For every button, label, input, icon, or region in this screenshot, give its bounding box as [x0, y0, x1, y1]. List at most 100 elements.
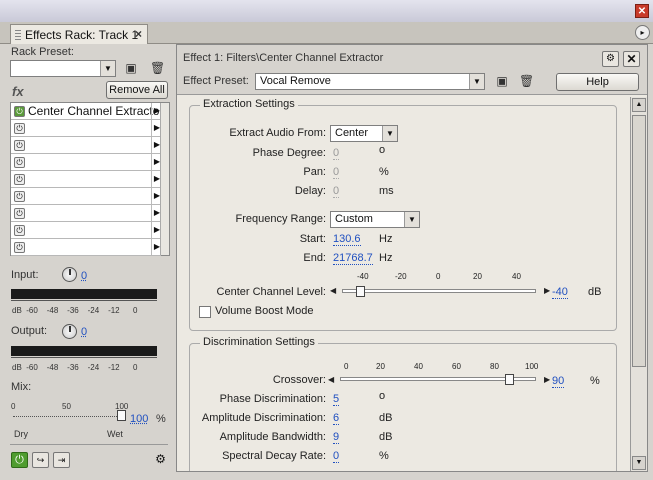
- pan-value[interactable]: 0: [333, 166, 340, 179]
- power-icon[interactable]: ⏻: [14, 140, 25, 151]
- mix-value[interactable]: 100: [130, 413, 148, 425]
- crossover-unit: %: [590, 375, 600, 387]
- crossover-tick-label: 40: [414, 362, 423, 371]
- start-value[interactable]: 130.6: [333, 233, 361, 246]
- delay-unit: ms: [379, 185, 394, 197]
- power-icon[interactable]: ⏻: [14, 157, 25, 168]
- rack-slot[interactable]: ⏻ ▶: [11, 239, 161, 256]
- output-gain-knob[interactable]: [62, 324, 77, 339]
- center-channel-level-value[interactable]: -40: [552, 286, 568, 299]
- delay-label: Delay:: [294, 185, 326, 197]
- scroll-down-icon[interactable]: ▼: [632, 456, 646, 470]
- arrow-right-icon[interactable]: ▶: [544, 286, 550, 295]
- remove-all-button[interactable]: Remove All: [106, 81, 168, 99]
- apply-icon[interactable]: ↪: [32, 452, 49, 468]
- amplitude-bandwidth-value[interactable]: 9: [333, 431, 340, 444]
- window-close-button[interactable]: ✕: [635, 4, 649, 18]
- group-title: Discrimination Settings: [200, 336, 318, 348]
- fx-icon: fx: [12, 84, 24, 99]
- amplitude-discrimination-label: Amplitude Discrimination:: [201, 412, 326, 424]
- meter-scale-label: 0: [132, 306, 138, 315]
- effect-close-icon[interactable]: ✕: [623, 51, 640, 67]
- power-icon[interactable]: ⏻: [14, 174, 25, 185]
- arrow-right-icon[interactable]: ▶: [544, 375, 550, 384]
- phase-discrimination-value[interactable]: 5: [333, 393, 340, 406]
- tab-close-button[interactable]: ×: [135, 27, 142, 41]
- save-preset-icon[interactable]: ▣: [124, 61, 138, 75]
- delete-preset-icon[interactable]: 🗑: [519, 74, 534, 88]
- rack-slot[interactable]: ⏻ ▶: [11, 205, 161, 222]
- effect-panel-header: Effect 1: Filters\Center Channel Extract…: [177, 45, 647, 95]
- crossover-thumb[interactable]: [504, 374, 514, 385]
- power-icon[interactable]: ⏻: [14, 123, 25, 134]
- rack-slot[interactable]: ⏻ ▶: [11, 154, 161, 171]
- ccl-tick-label: 0: [436, 272, 441, 281]
- ccl-tick-label: -40: [357, 272, 369, 281]
- meter-scale-label: -60: [26, 363, 38, 372]
- rack-preset-dropdown[interactable]: ▼: [10, 60, 116, 77]
- power-icon[interactable]: ⏻: [14, 208, 25, 219]
- scroll-up-icon[interactable]: ▲: [632, 98, 646, 112]
- delay-value[interactable]: 0: [333, 185, 340, 198]
- crossover-tick-label: 20: [376, 362, 385, 371]
- power-icon[interactable]: ⏻: [14, 191, 25, 202]
- scrollbar-thumb[interactable]: [632, 115, 646, 367]
- rack-slot[interactable]: ⏻ ▶: [11, 222, 161, 239]
- window-title-bar: ✕: [0, 0, 653, 22]
- drag-grip-icon[interactable]: [15, 30, 21, 40]
- power-icon[interactable]: ⏻: [14, 106, 25, 117]
- effect-scrollbar[interactable]: ▲ ▼: [630, 97, 647, 471]
- rack-list-scrollbar[interactable]: [160, 103, 169, 255]
- spectral-decay-label: Spectral Decay Rate:: [222, 450, 326, 462]
- effect-settings-icon[interactable]: ⚙: [602, 51, 619, 67]
- input-level-meter: [11, 289, 157, 299]
- arrow-left-icon[interactable]: ◀: [328, 375, 334, 384]
- rack-slot[interactable]: ⏻ Center Channel Extractor ▶: [11, 103, 161, 120]
- meter-scale-label: -24: [87, 363, 100, 372]
- center-channel-level-unit: dB: [588, 286, 602, 298]
- mix-unit: %: [156, 413, 166, 425]
- panel-tab-bar: Effects Rack: Track 1 × ▸: [0, 22, 653, 44]
- output-gain-value[interactable]: 0: [81, 326, 87, 338]
- mix-slider-thumb[interactable]: [117, 410, 126, 421]
- rack-settings-icon[interactable]: ⚙: [153, 452, 168, 468]
- mix-wet-label: Wet: [107, 429, 123, 439]
- phase-degree-value[interactable]: 0: [333, 147, 340, 160]
- rack-slot[interactable]: ⏻ ▶: [11, 188, 161, 205]
- center-channel-level-slider[interactable]: [342, 289, 536, 293]
- process-icon[interactable]: ⇥: [53, 452, 70, 468]
- amplitude-discrimination-unit: dB: [379, 412, 393, 424]
- tab-effects-rack[interactable]: Effects Rack: Track 1 ×: [10, 24, 148, 44]
- center-channel-level-thumb[interactable]: [356, 286, 365, 297]
- rack-slot[interactable]: ⏻ ▶: [11, 171, 161, 188]
- delete-preset-icon[interactable]: 🗑: [150, 61, 165, 75]
- input-gain-knob[interactable]: [62, 267, 77, 282]
- rack-power-button[interactable]: ⏻: [11, 452, 28, 468]
- divider: [10, 444, 168, 445]
- volume-boost-label: Volume Boost Mode: [215, 305, 314, 317]
- extract-audio-dropdown[interactable]: Center ▼: [330, 125, 398, 142]
- panel-menu-button[interactable]: ▸: [635, 25, 650, 40]
- crossover-value[interactable]: 90: [552, 375, 565, 388]
- rack-slot[interactable]: ⏻ ▶: [11, 120, 161, 137]
- arrow-left-icon[interactable]: ◀: [330, 286, 336, 295]
- mix-tick-label: 50: [62, 402, 71, 411]
- crossover-tick-label: 100: [525, 362, 539, 371]
- mix-dry-label: Dry: [14, 429, 28, 439]
- amplitude-discrimination-value[interactable]: 6: [333, 412, 340, 425]
- phase-degree-label: Phase Degree:: [252, 147, 326, 159]
- spectral-decay-value[interactable]: 0: [333, 450, 340, 463]
- rack-panel: Rack Preset: ▼ ▣ 🗑 fx Remove All ⏻ Cente…: [8, 44, 173, 474]
- input-gain-value[interactable]: 0: [81, 270, 87, 282]
- power-icon[interactable]: ⏻: [14, 225, 25, 236]
- chevron-down-icon: ▼: [382, 126, 397, 141]
- mix-slider-track[interactable]: [13, 416, 121, 417]
- frequency-range-dropdown[interactable]: Custom ▼: [330, 211, 420, 228]
- help-button[interactable]: Help: [556, 73, 639, 91]
- rack-slot[interactable]: ⏻ ▶: [11, 137, 161, 154]
- power-icon[interactable]: ⏻: [14, 242, 25, 253]
- effect-preset-dropdown[interactable]: Vocal Remove ▼: [255, 73, 485, 90]
- save-preset-icon[interactable]: ▣: [495, 74, 509, 88]
- end-value[interactable]: 21768.7: [333, 252, 373, 265]
- volume-boost-checkbox[interactable]: [199, 306, 211, 318]
